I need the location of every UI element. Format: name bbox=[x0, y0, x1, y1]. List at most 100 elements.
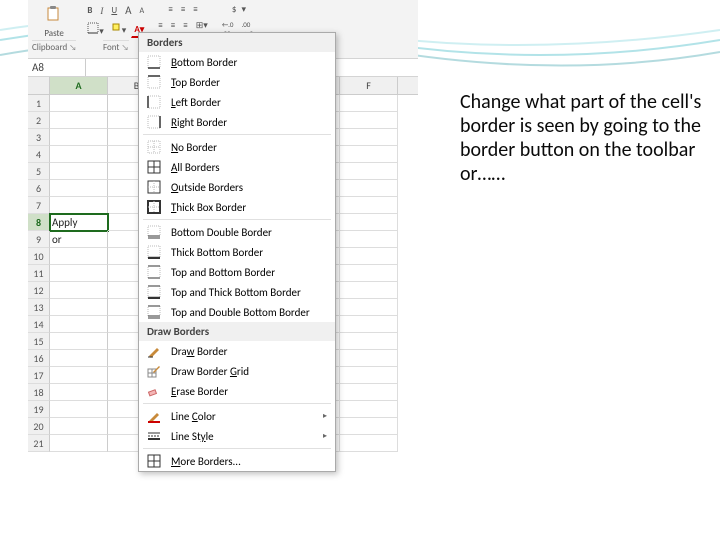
cell[interactable] bbox=[50, 350, 108, 367]
align-mid-button[interactable]: ≡ bbox=[178, 2, 188, 17]
align-top-button[interactable]: ≡ bbox=[165, 2, 175, 17]
row-header[interactable]: 21 bbox=[28, 435, 50, 452]
row-header[interactable]: 17 bbox=[28, 367, 50, 384]
draw-border-option[interactable]: Draw Border bbox=[139, 341, 335, 361]
border-option[interactable]: Top and Double Bottom Border bbox=[139, 302, 335, 322]
cell[interactable] bbox=[50, 129, 108, 146]
border-option[interactable]: Thick Box Border bbox=[139, 197, 335, 217]
row-header[interactable]: 2 bbox=[28, 112, 50, 129]
cell[interactable] bbox=[50, 197, 108, 214]
select-all-corner[interactable] bbox=[28, 77, 50, 94]
name-box[interactable]: A8 bbox=[28, 59, 86, 76]
row-header[interactable]: 9 bbox=[28, 231, 50, 248]
row-header[interactable]: 11 bbox=[28, 265, 50, 282]
cell[interactable] bbox=[340, 248, 398, 265]
cell[interactable] bbox=[50, 401, 108, 418]
cell[interactable] bbox=[340, 282, 398, 299]
cell[interactable] bbox=[340, 299, 398, 316]
cell[interactable] bbox=[340, 129, 398, 146]
border-option[interactable]: All Borders bbox=[139, 157, 335, 177]
cell[interactable] bbox=[50, 299, 108, 316]
currency-button[interactable]: $ bbox=[229, 2, 240, 17]
cell[interactable] bbox=[340, 367, 398, 384]
row-header[interactable]: 13 bbox=[28, 299, 50, 316]
row-header[interactable]: 1 bbox=[28, 95, 50, 112]
draw-border-option[interactable]: More Borders... bbox=[139, 451, 335, 471]
cell[interactable] bbox=[340, 197, 398, 214]
font-shrink-button[interactable]: A bbox=[137, 4, 148, 18]
row-header[interactable]: 19 bbox=[28, 401, 50, 418]
row-header[interactable]: 4 bbox=[28, 146, 50, 163]
draw-border-option[interactable]: Erase Border bbox=[139, 381, 335, 401]
cell[interactable] bbox=[340, 435, 398, 452]
cell[interactable] bbox=[340, 231, 398, 248]
column-header-A[interactable]: A bbox=[50, 77, 108, 94]
border-option[interactable]: Right Border bbox=[139, 112, 335, 132]
cell[interactable] bbox=[340, 333, 398, 350]
cell[interactable] bbox=[340, 180, 398, 197]
font-grow-button[interactable]: A bbox=[122, 2, 134, 19]
align-left-button[interactable]: ≡ bbox=[155, 18, 165, 33]
cell[interactable] bbox=[340, 384, 398, 401]
row-header[interactable]: 8 bbox=[28, 214, 50, 231]
row-header[interactable]: 6 bbox=[28, 180, 50, 197]
cell[interactable] bbox=[50, 384, 108, 401]
row-header[interactable]: 20 bbox=[28, 418, 50, 435]
cell[interactable] bbox=[340, 316, 398, 333]
cell[interactable] bbox=[50, 248, 108, 265]
merge-button[interactable]: ⊞▾ bbox=[193, 18, 211, 33]
row-header[interactable]: 14 bbox=[28, 316, 50, 333]
align-center-button[interactable]: ≡ bbox=[168, 18, 178, 33]
align-bot-button[interactable]: ≡ bbox=[190, 2, 200, 17]
draw-border-option[interactable]: Draw Border Grid bbox=[139, 361, 335, 381]
row-header[interactable]: 15 bbox=[28, 333, 50, 350]
cell[interactable] bbox=[50, 333, 108, 350]
paste-button[interactable] bbox=[38, 2, 70, 27]
border-option[interactable]: Left Border bbox=[139, 92, 335, 112]
cell[interactable] bbox=[340, 95, 398, 112]
border-option[interactable]: Top and Bottom Border bbox=[139, 262, 335, 282]
row-header[interactable]: 16 bbox=[28, 350, 50, 367]
cell[interactable] bbox=[50, 282, 108, 299]
cell[interactable] bbox=[50, 180, 108, 197]
align-right-button[interactable]: ≡ bbox=[180, 18, 190, 33]
row-header[interactable]: 18 bbox=[28, 384, 50, 401]
row-header[interactable]: 3 bbox=[28, 129, 50, 146]
border-option[interactable]: Bottom Border bbox=[139, 52, 335, 72]
underline-button[interactable]: U bbox=[108, 3, 120, 18]
cell[interactable] bbox=[50, 367, 108, 384]
bold-button[interactable]: B bbox=[84, 3, 95, 18]
border-option[interactable]: Top and Thick Bottom Border bbox=[139, 282, 335, 302]
cell[interactable] bbox=[340, 163, 398, 180]
cell[interactable] bbox=[340, 112, 398, 129]
cell[interactable] bbox=[50, 435, 108, 452]
cell[interactable] bbox=[340, 214, 398, 231]
cell[interactable] bbox=[50, 112, 108, 129]
border-option[interactable]: Outside Borders bbox=[139, 177, 335, 197]
cell[interactable] bbox=[340, 265, 398, 282]
cell[interactable] bbox=[50, 95, 108, 112]
row-header[interactable]: 12 bbox=[28, 282, 50, 299]
border-button[interactable]: ▾ bbox=[84, 20, 107, 39]
row-header[interactable]: 10 bbox=[28, 248, 50, 265]
border-option[interactable]: Top Border bbox=[139, 72, 335, 92]
cell[interactable] bbox=[50, 316, 108, 333]
launcher-icon[interactable]: ↘ bbox=[69, 43, 76, 53]
cell[interactable] bbox=[340, 350, 398, 367]
italic-button[interactable]: I bbox=[97, 4, 106, 18]
border-option[interactable]: Thick Bottom Border bbox=[139, 242, 335, 262]
row-header[interactable]: 7 bbox=[28, 197, 50, 214]
border-option[interactable]: Bottom Double Border bbox=[139, 222, 335, 242]
cell[interactable] bbox=[50, 265, 108, 282]
fill-color-button[interactable]: ▾ bbox=[109, 21, 130, 38]
cell[interactable] bbox=[50, 146, 108, 163]
row-header[interactable]: 5 bbox=[28, 163, 50, 180]
cell[interactable] bbox=[50, 163, 108, 180]
cell[interactable]: Apply bbox=[50, 214, 108, 231]
cell[interactable] bbox=[340, 146, 398, 163]
cell[interactable]: or bbox=[50, 231, 108, 248]
draw-border-option[interactable]: Line Style▸ bbox=[139, 426, 335, 446]
cell[interactable] bbox=[340, 401, 398, 418]
launcher-icon[interactable]: ↘ bbox=[121, 43, 128, 53]
border-option[interactable]: No Border bbox=[139, 137, 335, 157]
